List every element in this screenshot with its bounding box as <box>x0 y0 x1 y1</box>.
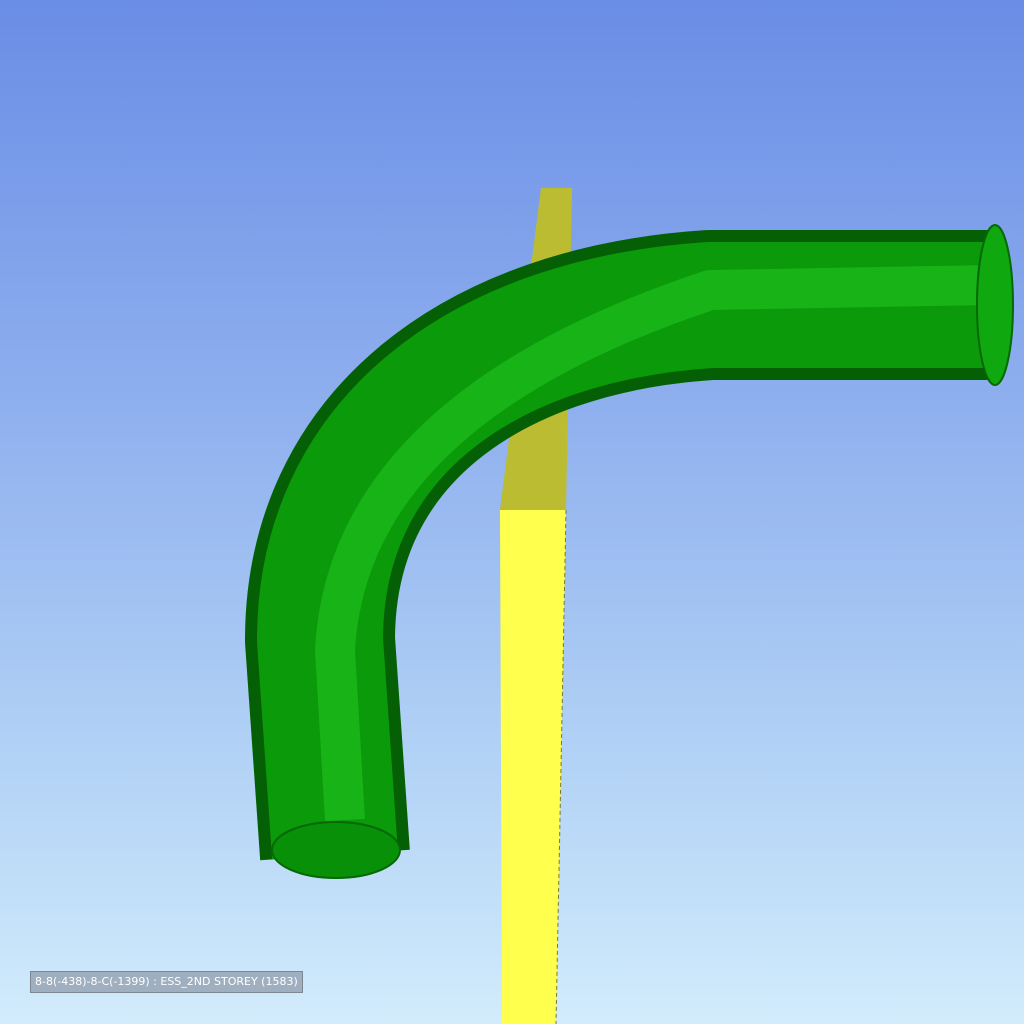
pipe-elbow[interactable] <box>245 224 1014 879</box>
pipe-body <box>257 242 990 860</box>
pipe-right-end-cap <box>976 224 1014 386</box>
status-label: 8-8(-438)-8-C(-1399) : ESS_2ND STOREY (1… <box>30 971 303 993</box>
pipe-bottom-end-cap <box>271 821 401 879</box>
3d-viewport[interactable]: 8-8(-438)-8-C(-1399) : ESS_2ND STOREY (1… <box>0 0 1024 1024</box>
scene-canvas[interactable] <box>0 0 1024 1024</box>
column-lower-face <box>500 510 566 1024</box>
